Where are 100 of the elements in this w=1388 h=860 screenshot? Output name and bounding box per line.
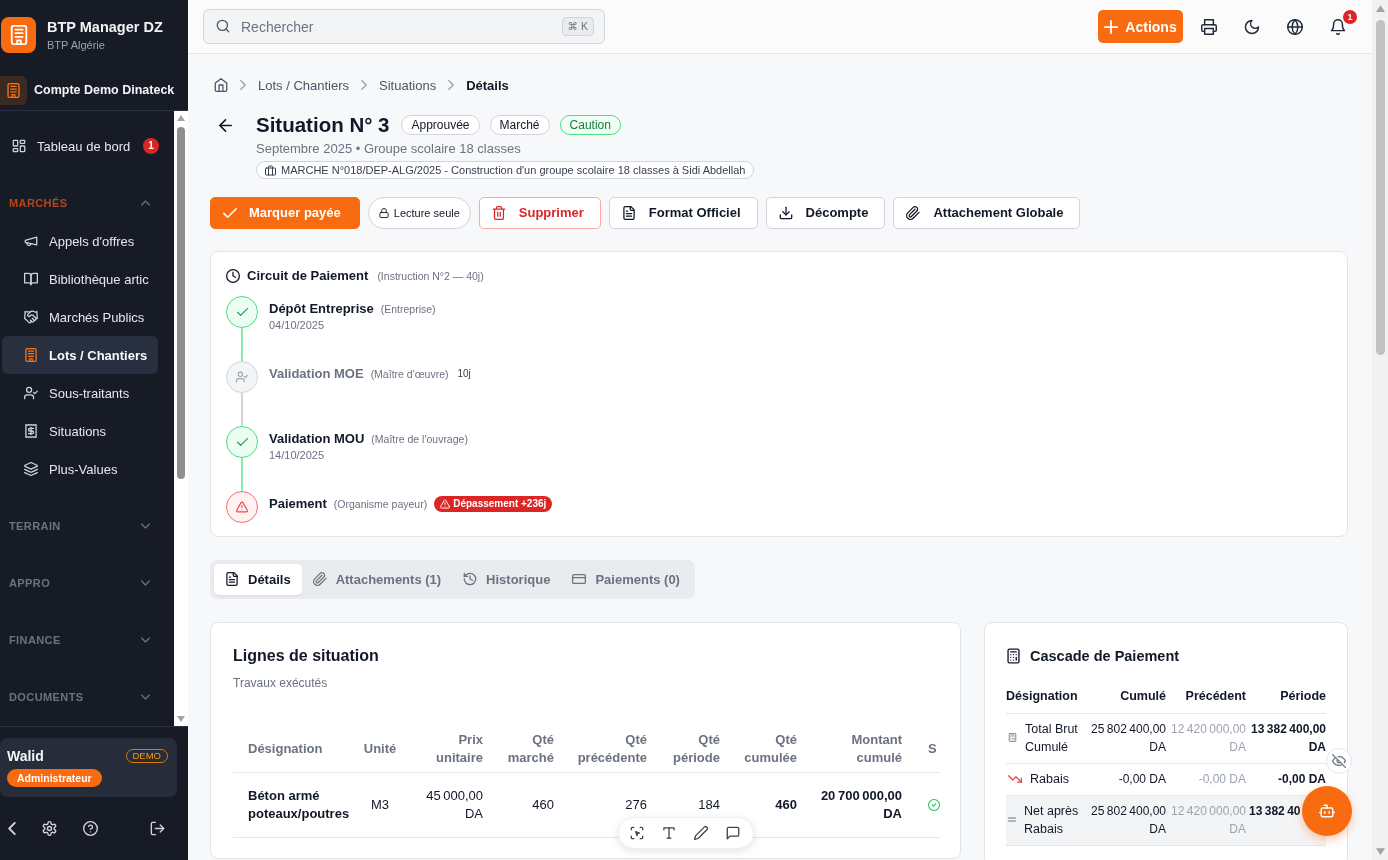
user-name: Walid bbox=[7, 748, 44, 764]
table-cell: -0,00 DA bbox=[1086, 763, 1166, 795]
table-cell: 12 420 000,00 DA bbox=[1166, 795, 1246, 845]
paperclip-icon bbox=[312, 572, 327, 586]
column-header: Qté marché bbox=[495, 726, 566, 772]
tab[interactable]: Détails bbox=[214, 563, 302, 595]
chevron-left-icon[interactable] bbox=[8, 822, 16, 835]
action-button[interactable]: Format Officiel bbox=[608, 196, 758, 229]
pencil-icon[interactable] bbox=[694, 826, 708, 840]
history-icon bbox=[463, 572, 478, 586]
chevron-down-icon bbox=[141, 637, 150, 643]
chevron-down-icon bbox=[141, 694, 150, 700]
tab[interactable]: Attachements (1) bbox=[301, 563, 453, 595]
section-toggle[interactable]: TERRAIN bbox=[2, 507, 158, 545]
tab[interactable]: Historique bbox=[452, 563, 562, 595]
calculator-icon bbox=[1008, 733, 1017, 742]
nav-item[interactable]: Appels d'offres bbox=[2, 222, 158, 260]
nav-item[interactable]: Situations bbox=[2, 412, 158, 450]
dashboard-grid-icon bbox=[12, 139, 26, 153]
breadcrumb-link[interactable]: Lots / Chantiers bbox=[258, 77, 350, 93]
section-toggle[interactable]: FINANCE bbox=[2, 621, 158, 659]
calculator-icon bbox=[1006, 647, 1021, 664]
status-label: Approuvée bbox=[401, 115, 480, 135]
text-icon[interactable] bbox=[662, 826, 676, 840]
back-arrow-icon[interactable] bbox=[219, 119, 232, 132]
column-header: Cumulé bbox=[1086, 683, 1166, 713]
breadcrumb-link[interactable]: Situations bbox=[379, 77, 437, 93]
overdue-label: Dépassement +236j bbox=[453, 498, 547, 509]
section-toggle[interactable]: APPRO bbox=[2, 564, 158, 602]
step-role: (Organisme payeur) bbox=[333, 497, 428, 510]
card-title: Cascade de Paiement bbox=[1030, 647, 1180, 664]
printer-icon[interactable] bbox=[1201, 18, 1217, 35]
lock-icon bbox=[378, 207, 389, 218]
section-title: Circuit de Paiement bbox=[247, 268, 369, 283]
credit-card-icon bbox=[572, 572, 587, 586]
table-cell: 13 382 400,00 DA bbox=[1246, 713, 1326, 763]
help-icon[interactable] bbox=[83, 821, 98, 836]
paperclip-icon bbox=[906, 205, 921, 220]
nav-item[interactable]: Plus-Values bbox=[2, 450, 158, 488]
plus-icon bbox=[1104, 19, 1119, 34]
step-delay: 10j bbox=[457, 368, 471, 379]
row-label: Total Brut Cumulé bbox=[1025, 720, 1079, 756]
table-cell: 12 420 000,00 DA bbox=[1166, 713, 1246, 763]
building-icon bbox=[24, 348, 38, 362]
nav-item[interactable]: Tableau de bord 1 bbox=[2, 127, 158, 165]
chevron-up-icon bbox=[141, 200, 150, 206]
column-header: Qté période bbox=[659, 726, 732, 772]
tab[interactable]: Paiements (0) bbox=[561, 563, 691, 595]
app-name: BTP Manager DZ bbox=[47, 18, 163, 36]
status-label: Caution bbox=[559, 115, 621, 135]
handshake-icon bbox=[24, 310, 38, 324]
layers-icon bbox=[24, 462, 38, 476]
scrollbar-thumb[interactable] bbox=[1375, 20, 1385, 355]
breadcrumb-current: Détails bbox=[466, 77, 509, 93]
column-header: Période bbox=[1246, 683, 1326, 713]
logout-icon[interactable] bbox=[150, 821, 165, 836]
row-label: Rabais bbox=[1030, 770, 1069, 788]
column-header: Précédent bbox=[1166, 683, 1246, 713]
chevron-right-icon bbox=[361, 80, 368, 90]
building-logo-icon bbox=[1, 17, 36, 53]
home-icon[interactable] bbox=[214, 78, 228, 92]
scrollbar-thumb[interactable] bbox=[177, 127, 185, 479]
status-label: Marché bbox=[489, 115, 550, 135]
moon-icon[interactable] bbox=[1244, 18, 1260, 35]
receipt-icon bbox=[24, 424, 38, 438]
row-label: Net après Rabais bbox=[1024, 802, 1080, 838]
action-button[interactable]: Supprimer bbox=[478, 196, 601, 229]
account-name[interactable]: Compte Demo Dinateck bbox=[34, 83, 175, 97]
clock-icon bbox=[226, 268, 240, 283]
column-header: Unité bbox=[355, 726, 417, 772]
notification-count: 1 bbox=[1343, 9, 1357, 24]
section-toggle[interactable]: DOCUMENTS bbox=[2, 678, 158, 716]
step-title: Paiement bbox=[269, 496, 327, 511]
step-role: (Maître d'œuvre) bbox=[370, 367, 449, 380]
nav-item[interactable]: Lots / Chantiers bbox=[2, 336, 158, 374]
trend-down-icon bbox=[1008, 774, 1022, 783]
select-icon[interactable] bbox=[630, 826, 644, 840]
nav-item[interactable]: Sous-traitants bbox=[2, 374, 158, 412]
table-cell: 460 bbox=[495, 772, 566, 837]
card-subtitle: Travaux exécutés bbox=[233, 674, 329, 691]
table-cell: -0,00 DA bbox=[1166, 763, 1246, 795]
comment-icon[interactable] bbox=[726, 826, 740, 840]
step-role: (Entreprise) bbox=[380, 302, 436, 315]
action-button[interactable]: Attachement Globale bbox=[893, 196, 1081, 229]
nav-item[interactable]: Marchés Publics bbox=[2, 298, 158, 336]
download-icon bbox=[778, 205, 793, 220]
column-header: Prix unitaire bbox=[417, 726, 495, 772]
bell-icon[interactable] bbox=[1330, 18, 1346, 35]
action-button[interactable]: Décompte bbox=[765, 196, 886, 229]
megaphone-icon bbox=[24, 234, 38, 248]
column-header: Désignation bbox=[233, 726, 355, 772]
column-header: Qté cumulée bbox=[732, 726, 809, 772]
action-button[interactable]: Lecture seule bbox=[367, 196, 471, 229]
nav-item[interactable]: Bibliothèque artic bbox=[2, 260, 158, 298]
globe-icon[interactable] bbox=[1287, 18, 1303, 35]
shortcut-hint: ⌘ K bbox=[561, 17, 594, 36]
step-title: Validation MOE bbox=[269, 366, 364, 381]
settings-icon[interactable] bbox=[42, 821, 57, 836]
warning-icon bbox=[440, 498, 451, 509]
table-cell: Béton armé poteaux/poutres bbox=[233, 772, 355, 837]
